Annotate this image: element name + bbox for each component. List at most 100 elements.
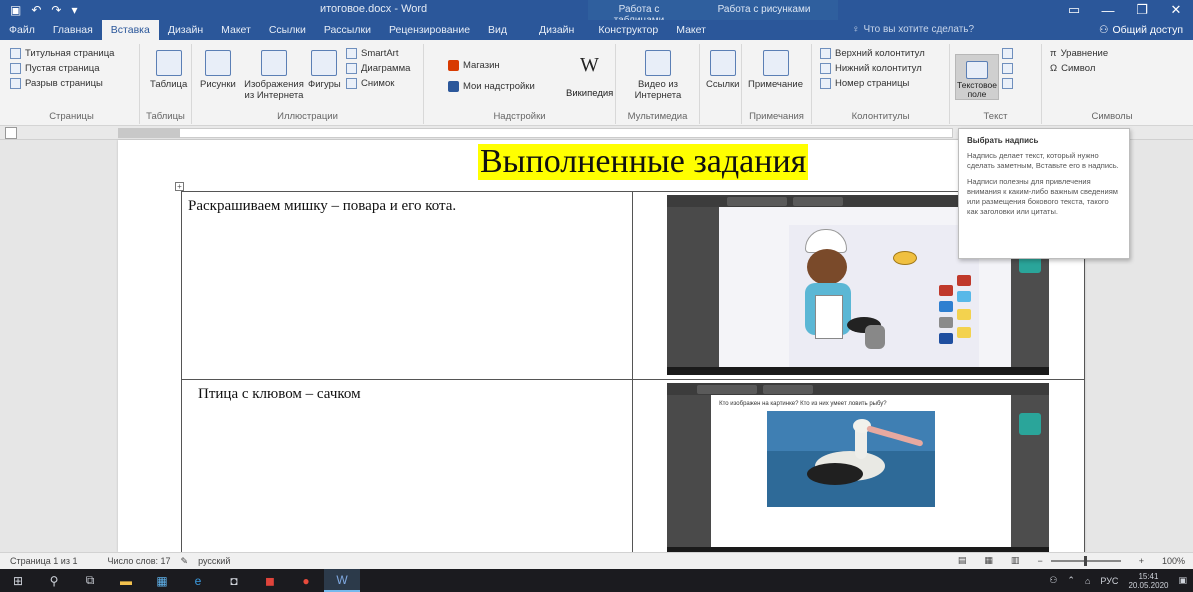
share-button[interactable]: ⚇ Общий доступ <box>1099 20 1183 40</box>
comment-button[interactable]: Примечание <box>748 50 803 90</box>
links-button[interactable]: Ссылки <box>706 50 739 90</box>
table-button[interactable]: Таблица <box>150 50 187 90</box>
page-break-button[interactable]: Разрыв страницы <box>10 76 133 91</box>
page-count[interactable]: Страница 1 из 1 <box>10 556 77 566</box>
undo-icon[interactable]: ↶ <box>31 3 41 17</box>
shapes-button[interactable]: Фигуры <box>308 50 341 90</box>
store-icon <box>448 60 459 71</box>
symbol-button[interactable]: Ω Символ <box>1050 61 1108 76</box>
tab-table-design[interactable]: Дизайн <box>530 20 583 40</box>
wordart-icon <box>1002 63 1013 74</box>
table-cell-image[interactable]: Кто изображен на картинке? Кто из них ум… <box>632 379 1085 556</box>
print-layout-icon[interactable]: ▦ <box>984 555 993 566</box>
tell-me-box[interactable]: ♀ Что вы хотите сделать? <box>852 20 974 40</box>
table-cell-text[interactable]: Раскрашиваем мишку – повара и его кота. <box>180 191 634 380</box>
header-button[interactable]: Верхний колонтитул <box>820 46 925 61</box>
table-icon <box>155 50 182 76</box>
footer-button[interactable]: Нижний колонтитул <box>820 61 925 76</box>
pelican-quiz-screenshot[interactable]: Кто изображен на картинке? Кто из них ум… <box>667 383 1050 555</box>
table-cell-text[interactable]: Птица с клювом – сачком <box>180 379 634 556</box>
tab-table-layout[interactable]: Макет <box>667 20 715 40</box>
people-icon[interactable]: ⚇ <box>1049 575 1057 586</box>
zoom-slider-thumb[interactable] <box>1084 555 1088 566</box>
task-view-icon[interactable]: ⧉ <box>72 569 108 592</box>
tab-design[interactable]: Дизайн <box>159 20 212 40</box>
my-addins-button[interactable]: Мои надстройки <box>448 79 535 94</box>
tab-insert[interactable]: Вставка <box>101 20 159 40</box>
table-move-handle[interactable]: + <box>175 182 184 191</box>
blank-page-button[interactable]: Пустая страница <box>10 61 133 76</box>
tab-selector[interactable] <box>5 127 17 139</box>
redo-icon[interactable]: ↷ <box>51 3 61 17</box>
ribbon-display-options-icon[interactable]: ▭ <box>1057 0 1091 20</box>
word-count[interactable]: Число слов: 17 <box>107 556 170 566</box>
pictures-button[interactable]: Рисунки <box>200 50 236 90</box>
pdf-icon[interactable]: ◼ <box>252 569 288 592</box>
equation-button[interactable]: π Уравнение <box>1050 46 1108 61</box>
web-layout-icon[interactable]: ▥ <box>1011 555 1020 566</box>
page-number-icon <box>820 78 831 89</box>
text-box-button[interactable]: Текстовое поле <box>955 54 999 100</box>
file-explorer-icon[interactable]: ▬ <box>108 569 144 592</box>
zoom-level[interactable]: 100% <box>1162 556 1185 566</box>
read-mode-icon[interactable]: ▤ <box>958 555 967 566</box>
comment-icon <box>762 50 789 76</box>
tab-mailings[interactable]: Рассылки <box>315 20 380 40</box>
paint-pot <box>939 333 954 344</box>
document-page[interactable]: Выполненные задания + Раскрашиваем мишку… <box>118 140 1085 556</box>
drop-cap-button[interactable] <box>1002 76 1013 91</box>
tab-references[interactable]: Ссылки <box>260 20 315 40</box>
zoom-out-icon[interactable]: − <box>1037 556 1042 566</box>
page-number-button[interactable]: Номер страницы <box>820 76 925 91</box>
blank-page-icon <box>10 63 21 74</box>
quick-parts-button[interactable] <box>1002 46 1013 61</box>
ribbon: Титульная страница Пустая страница Разры… <box>0 40 1193 126</box>
tab-home[interactable]: Главная <box>44 20 102 40</box>
page-heading[interactable]: Выполненные задания <box>478 144 809 180</box>
edge-icon[interactable]: e <box>180 569 216 592</box>
pancake <box>893 251 918 265</box>
wikipedia-label: Википедия <box>566 88 614 99</box>
tab-file[interactable]: Файл <box>0 20 44 40</box>
cover-page-button[interactable]: Титульная страница <box>10 46 133 61</box>
paint-pot <box>939 285 954 296</box>
yandex-browser-icon[interactable]: ● <box>288 569 324 592</box>
zoom-in-icon[interactable]: + <box>1139 556 1144 566</box>
wikipedia-icon[interactable]: W <box>580 54 599 77</box>
proofing-icon[interactable]: ✎ <box>181 556 189 567</box>
tab-view[interactable]: Вид <box>479 20 516 40</box>
windows-start-icon[interactable]: ⊞ <box>0 569 36 592</box>
online-pictures-button[interactable]: Изображения из Интернета <box>244 50 304 101</box>
online-video-button[interactable]: Видео из Интернета <box>630 50 686 101</box>
page-break-icon <box>10 78 21 89</box>
zoom-slider[interactable] <box>1050 555 1121 566</box>
notifications-icon[interactable]: ▣ <box>1178 575 1187 586</box>
input-language[interactable]: РУС <box>1100 576 1118 586</box>
language-indicator[interactable]: русский <box>198 556 230 566</box>
windows-taskbar: ⊞ ⚲ ⧉ ▬ ▦ e ◘ ◼ ● W ⚇ ⌃ ⌂ РУС 15:41 20.0… <box>0 569 1193 592</box>
drop-cap-icon <box>1002 78 1013 89</box>
clock[interactable]: 15:41 20.05.2020 <box>1128 572 1168 590</box>
minimize-button[interactable]: — <box>1091 0 1125 20</box>
smartart-button[interactable]: SmartArt <box>346 46 410 61</box>
tab-review[interactable]: Рецензирование <box>380 20 479 40</box>
search-icon[interactable]: ⚲ <box>36 569 72 592</box>
chart-button[interactable]: Диаграмма <box>346 61 410 76</box>
photos-icon[interactable]: ▦ <box>144 569 180 592</box>
tab-picture-format[interactable]: Конструктор <box>589 20 667 40</box>
customize-qat-icon[interactable]: ▾ <box>71 3 77 17</box>
screenshot-button[interactable]: Снимок <box>346 76 410 91</box>
wordart-button[interactable] <box>1002 61 1013 76</box>
maximize-button[interactable]: ❐ <box>1125 0 1159 20</box>
close-button[interactable]: ✕ <box>1159 0 1193 20</box>
chart-icon <box>346 63 357 74</box>
store-button[interactable]: Магазин <box>448 58 535 73</box>
word-icon[interactable]: W <box>324 569 360 592</box>
save-icon[interactable]: ▣ <box>10 3 21 17</box>
tab-layout[interactable]: Макет <box>212 20 260 40</box>
store-icon[interactable]: ◘ <box>216 569 252 592</box>
chevron-up-icon[interactable]: ⌃ <box>1067 575 1075 586</box>
network-icon[interactable]: ⌂ <box>1085 576 1090 586</box>
online-video-icon <box>645 50 671 76</box>
online-pictures-icon <box>261 50 287 76</box>
